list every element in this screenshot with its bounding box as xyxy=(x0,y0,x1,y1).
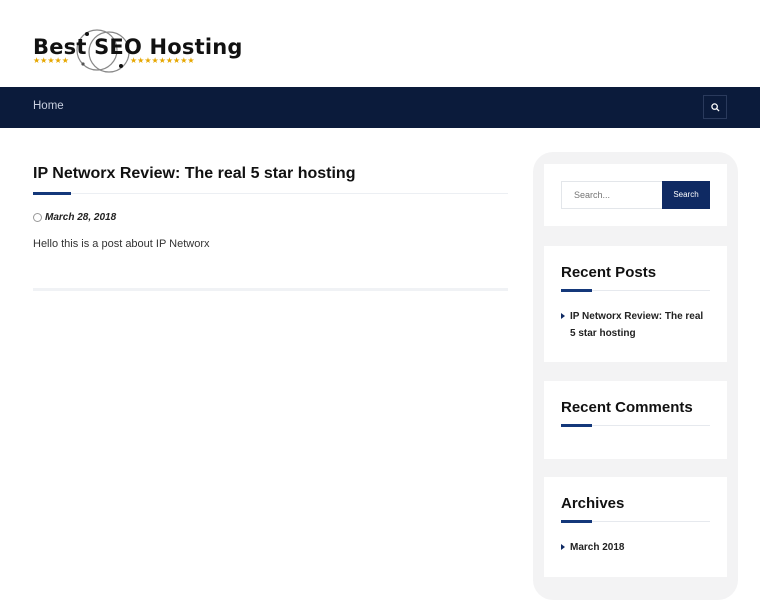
post-body: Hello this is a post about IP Networx xyxy=(33,238,210,250)
post-title[interactable]: IP Networx Review: The real 5 star hosti… xyxy=(33,165,355,183)
title-accent-bar xyxy=(33,192,71,195)
logo-stars-right: ★★★★★★★★★ xyxy=(130,56,195,65)
recent-post-item[interactable]: IP Networx Review: The real 5 star hosti… xyxy=(561,308,711,342)
widget-accent-bar xyxy=(561,424,592,427)
nav-search-button[interactable] xyxy=(703,95,727,119)
search-widget: Search xyxy=(544,164,727,226)
logo-stars-left: ★★★★★ xyxy=(33,56,69,65)
search-input[interactable] xyxy=(561,181,663,209)
nav-item-home[interactable]: Home xyxy=(33,100,64,112)
widget-accent-bar xyxy=(561,520,592,523)
post-divider xyxy=(33,288,508,291)
widget-title-archives: Archives xyxy=(561,495,625,512)
caret-right-icon xyxy=(561,544,565,550)
main-nav: Home xyxy=(0,87,760,128)
site-header: Best SEO Hosting ★★★★★ ★★★★★★★★★ xyxy=(0,0,760,87)
site-logo[interactable]: Best SEO Hosting ★★★★★ ★★★★★★★★★ xyxy=(33,26,242,76)
archives-widget: Archives March 2018 xyxy=(544,477,727,577)
title-divider xyxy=(33,193,508,194)
recent-comments-widget: Recent Comments xyxy=(544,381,727,459)
widget-title-recent-posts: Recent Posts xyxy=(561,264,657,281)
caret-right-icon xyxy=(561,313,565,319)
widget-title-recent-comments: Recent Comments xyxy=(561,399,693,416)
widget-accent-bar xyxy=(561,289,592,292)
archive-item[interactable]: March 2018 xyxy=(561,539,711,556)
search-icon xyxy=(711,103,720,112)
clock-icon xyxy=(33,213,42,222)
archive-link[interactable]: March 2018 xyxy=(561,539,711,556)
recent-posts-widget: Recent Posts IP Networx Review: The real… xyxy=(544,246,727,362)
recent-post-link[interactable]: IP Networx Review: The real 5 star hosti… xyxy=(561,308,711,342)
search-button[interactable]: Search xyxy=(662,181,710,209)
post-date[interactable]: March 28, 2018 xyxy=(45,212,116,223)
